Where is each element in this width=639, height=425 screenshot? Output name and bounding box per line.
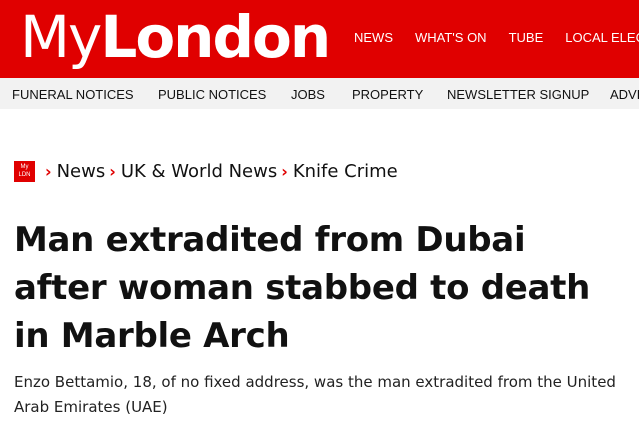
logo-text-london: London [100, 3, 331, 71]
chevron-right-icon: › [45, 161, 52, 181]
chevron-right-icon: › [109, 161, 116, 181]
nav-item-tube[interactable]: TUBE [509, 30, 544, 45]
breadcrumb-news[interactable]: News [57, 161, 106, 182]
nav-item-news[interactable]: NEWS [354, 30, 393, 45]
article-standfirst: Enzo Bettamio, 18, of no fixed address, … [14, 373, 616, 416]
subnav-item-newsletter-signup[interactable]: NEWSLETTER SIGNUP [447, 87, 589, 102]
breadcrumb-uk-world-news[interactable]: UK & World News [121, 161, 277, 182]
subnav-item-advertise[interactable]: ADVE [610, 87, 639, 102]
secondary-nav: FUNERAL NOTICES PUBLIC NOTICES JOBS PROP… [0, 78, 639, 109]
breadcrumb-knife-crime[interactable]: Knife Crime [293, 161, 398, 182]
subnav-item-jobs[interactable]: JOBS [291, 87, 325, 102]
main-nav: NEWS WHAT'S ON TUBE LOCAL ELEC [354, 30, 639, 45]
breadcrumb: My LDN › News › UK & World News › Knife C… [14, 158, 398, 184]
subnav-item-public-notices[interactable]: PUBLIC NOTICES [158, 87, 266, 102]
subnav-item-funeral-notices[interactable]: FUNERAL NOTICES [12, 87, 134, 102]
mini-logo-ldn: LDN [18, 171, 31, 178]
nav-item-whats-on[interactable]: WHAT'S ON [415, 30, 487, 45]
chevron-right-icon: › [281, 161, 288, 181]
subnav-item-property[interactable]: PROPERTY [352, 87, 423, 102]
site-header: MyLondon NEWS WHAT'S ON TUBE LOCAL ELEC [0, 0, 639, 78]
nav-item-local-elections[interactable]: LOCAL ELEC [565, 30, 639, 45]
mylondon-logo[interactable]: MyLondon [20, 0, 331, 76]
article-headline: Man extradited from Dubai after woman st… [14, 220, 591, 356]
logo-text-my: My [20, 3, 102, 71]
mylondon-mini-logo[interactable]: My LDN [14, 160, 35, 182]
mini-logo-my: My [20, 163, 29, 170]
